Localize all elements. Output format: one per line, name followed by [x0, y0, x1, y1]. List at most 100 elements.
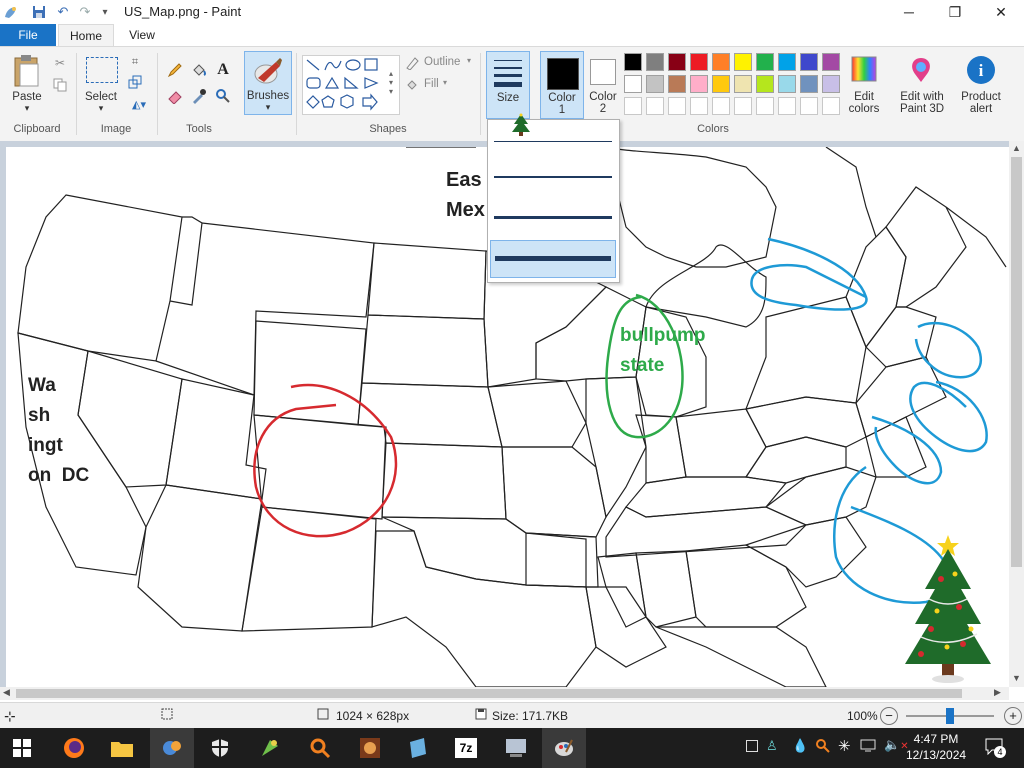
fill-dropdown-icon[interactable]: ▾ [440, 78, 450, 87]
taskbar-app-icon[interactable] [396, 728, 440, 768]
size-option-1px[interactable] [490, 124, 616, 160]
color-swatch[interactable] [778, 75, 796, 93]
color-swatch[interactable] [778, 53, 796, 71]
size-option-3px[interactable] [490, 160, 616, 196]
edit-colors-icon[interactable] [850, 55, 878, 83]
color-picker-icon[interactable] [190, 87, 208, 105]
save-icon[interactable] [30, 3, 48, 21]
paste-icon[interactable] [10, 53, 44, 89]
taskbar-app-icon[interactable] [494, 728, 538, 768]
volume-muted-icon[interactable]: 🔈✕ [884, 737, 909, 753]
tab-view[interactable]: View [118, 24, 166, 46]
color-swatch[interactable] [822, 53, 840, 71]
custom-color-swatch-empty[interactable] [734, 97, 752, 115]
color-swatch[interactable] [822, 75, 840, 93]
custom-color-swatch-empty[interactable] [800, 97, 818, 115]
text-tool-icon[interactable]: A [214, 61, 232, 79]
color1-button[interactable]: Color 1 [540, 51, 584, 119]
tray-search-icon[interactable] [814, 737, 830, 756]
fill-icon[interactable] [404, 77, 420, 93]
select-button[interactable]: Select [80, 91, 122, 103]
custom-color-swatch-empty[interactable] [668, 97, 686, 115]
close-button[interactable]: ✕ [978, 0, 1024, 24]
edit-colors-button[interactable]: Edit [842, 91, 886, 103]
tab-home[interactable]: Home [58, 24, 114, 47]
taskbar-app-icon[interactable] [150, 728, 194, 768]
select-dropdown-icon[interactable]: ▾ [80, 103, 122, 114]
cut-icon[interactable]: ✂ [52, 55, 68, 71]
color-swatch[interactable] [690, 75, 708, 93]
horizontal-scrollbar[interactable]: ◀ ▶ [0, 687, 1009, 700]
horizontal-scroll-thumb[interactable] [16, 689, 962, 698]
search-magnifier-app-icon[interactable] [298, 728, 342, 768]
custom-color-swatch-empty[interactable] [822, 97, 840, 115]
paint3d-button-line2[interactable]: Paint 3D [894, 103, 950, 115]
fill-bucket-icon[interactable] [190, 61, 208, 79]
minimize-button[interactable]: ─ [886, 0, 932, 24]
scroll-up-icon[interactable]: ▲ [1012, 143, 1021, 153]
tray-brightness-icon[interactable]: ✳ [838, 737, 851, 755]
custom-color-swatch-empty[interactable] [646, 97, 664, 115]
vertical-scrollbar[interactable]: ▲ ▼ [1009, 141, 1024, 687]
maximize-button[interactable]: ❐ [932, 0, 978, 24]
size-option-8px-selected[interactable] [490, 240, 616, 278]
clock-date[interactable]: 12/13/2024 [906, 748, 966, 762]
product-alert-button-line2[interactable]: alert [956, 103, 1006, 115]
undo-icon[interactable]: ↶ [54, 3, 72, 21]
color-swatch[interactable] [646, 53, 664, 71]
network-icon[interactable] [860, 738, 876, 755]
zoom-slider-thumb[interactable] [946, 708, 954, 724]
clock-time[interactable]: 4:47 PM [906, 732, 966, 746]
resize-icon[interactable] [128, 75, 142, 89]
size-option-5px[interactable] [490, 200, 616, 236]
brushes-button[interactable]: Brushes ▾ [244, 51, 292, 115]
size-button[interactable]: Size [486, 51, 530, 119]
color2-button[interactable]: Color 2 [586, 51, 620, 117]
tray-droplet-icon[interactable]: 💧 [792, 738, 808, 754]
color-swatch[interactable] [646, 75, 664, 93]
paint3d-icon[interactable] [906, 55, 936, 85]
zoom-in-button[interactable]: + [1004, 707, 1022, 725]
7zip-icon[interactable]: 7z [444, 728, 488, 768]
security-shield-icon[interactable] [198, 728, 242, 768]
eraser-icon[interactable] [166, 87, 184, 105]
paint-taskbar-icon[interactable] [542, 728, 586, 768]
tab-file[interactable]: File [0, 24, 56, 46]
crop-icon[interactable]: ⌗ [128, 55, 142, 69]
taskbar-app-icon[interactable] [348, 728, 392, 768]
color-swatch[interactable] [756, 75, 774, 93]
scroll-right-icon[interactable]: ▶ [994, 687, 1001, 698]
color-swatch[interactable] [624, 53, 642, 71]
paste-dropdown-icon[interactable]: ▾ [6, 103, 48, 114]
redo-icon[interactable]: ↷ [76, 3, 94, 21]
paint3d-button[interactable]: Edit with [894, 91, 950, 103]
outline-dropdown-icon[interactable]: ▾ [464, 56, 474, 65]
custom-color-swatch-empty[interactable] [690, 97, 708, 115]
custom-color-swatch-empty[interactable] [756, 97, 774, 115]
magnifier-icon[interactable] [214, 87, 232, 105]
paste-button[interactable]: Paste [6, 91, 48, 103]
copy-icon[interactable] [52, 77, 68, 93]
tray-checkbox-icon[interactable] [746, 740, 758, 752]
vertical-scroll-thumb[interactable] [1011, 157, 1022, 567]
file-explorer-icon[interactable] [100, 728, 144, 768]
color-swatch[interactable] [712, 53, 730, 71]
color-swatch[interactable] [712, 75, 730, 93]
color-swatch[interactable] [668, 75, 686, 93]
select-icon[interactable] [86, 57, 118, 83]
color-swatch[interactable] [800, 75, 818, 93]
tray-people-icon[interactable]: ♙ [766, 738, 778, 754]
paint-app-icon[interactable] [2, 3, 20, 21]
custom-color-swatch-empty[interactable] [712, 97, 730, 115]
color-swatch[interactable] [690, 53, 708, 71]
color-swatch[interactable] [734, 75, 752, 93]
rotate-icon[interactable]: ◭▾ [128, 97, 150, 111]
firefox-icon[interactable] [52, 728, 96, 768]
color-swatch[interactable] [756, 53, 774, 71]
shapes-scroll-icon[interactable]: ▴ ▾ ▾ [386, 57, 396, 107]
color-swatch[interactable] [668, 53, 686, 71]
customize-quick-access-icon[interactable]: ▾ [96, 3, 114, 21]
color-swatch[interactable] [624, 75, 642, 93]
edit-colors-button-line2[interactable]: colors [842, 103, 886, 115]
info-icon[interactable]: i [966, 55, 996, 85]
